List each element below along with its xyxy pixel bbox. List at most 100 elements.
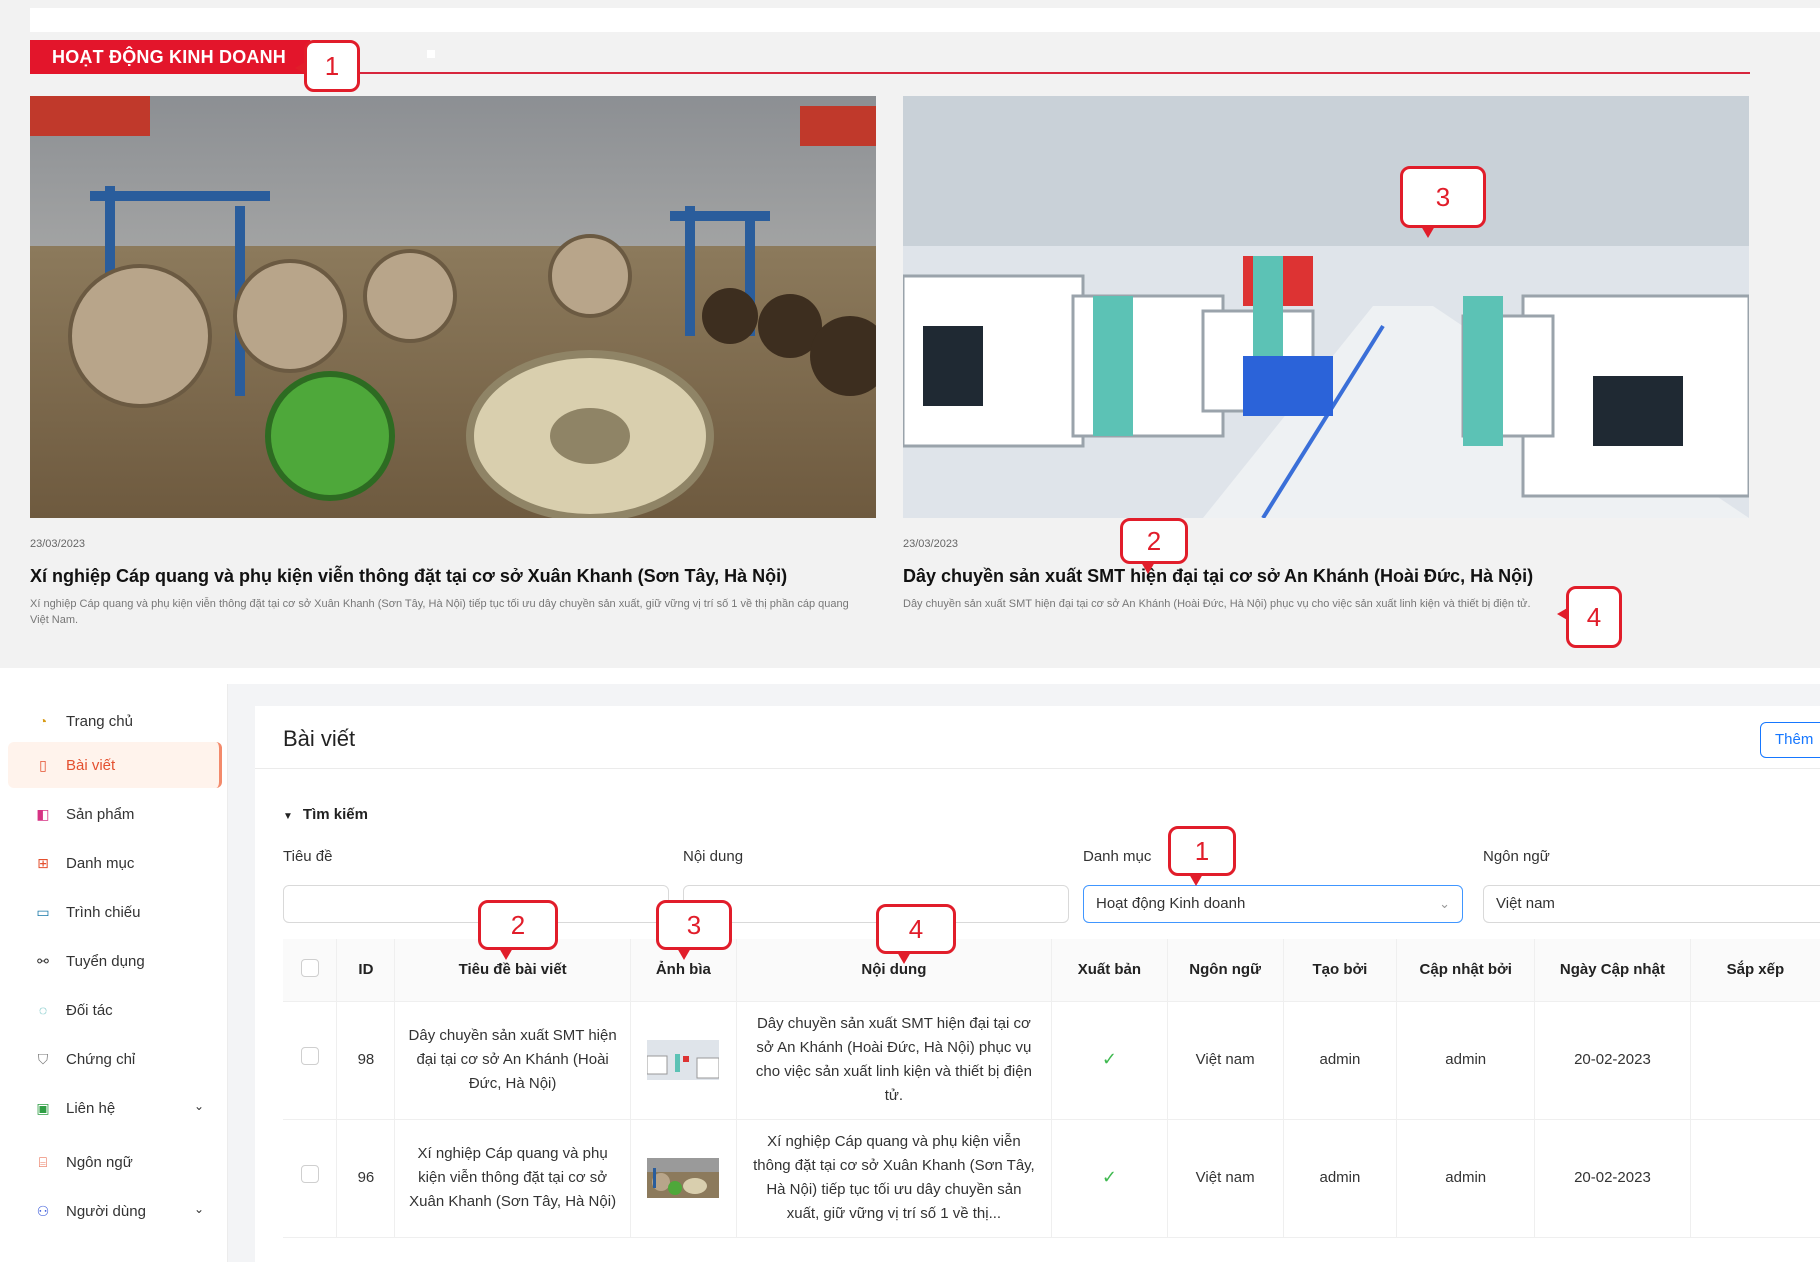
callout-marker: 4 — [1557, 586, 1622, 648]
factory-cable-photo — [30, 96, 876, 518]
article-title[interactable]: Xí nghiệp Cáp quang và phụ kiện viễn thô… — [30, 564, 876, 588]
sidebar-item-home[interactable]: ◔ Trang chủ — [8, 698, 222, 744]
sidebar-item-label: Chứng chỉ — [66, 1050, 136, 1068]
website-topbar — [30, 8, 1820, 32]
category-select[interactable]: Hoạt động Kinh doanh ⌄ — [1083, 885, 1463, 923]
sidebar-item-slideshow[interactable]: ▭ Trình chiếu — [8, 889, 222, 935]
smt-line-photo — [903, 96, 1749, 518]
section-header: HOẠT ĐỘNG KINH DOANH — [30, 40, 1750, 74]
translate-icon: ⌸ — [38, 1153, 48, 1170]
row-select-cell[interactable] — [283, 1119, 338, 1238]
callout-marker: 3 — [656, 900, 732, 960]
callout-marker: 2 — [1120, 518, 1188, 574]
sidebar-item-label: Bài viết — [66, 756, 116, 774]
row-checkbox[interactable] — [300, 1165, 319, 1183]
title-filter-label: Tiêu đề — [283, 848, 333, 865]
article-cover-image[interactable] — [903, 96, 1749, 518]
content-filter-label: Nội dung — [683, 848, 744, 865]
sidebar: ◔ Trang chủ ▯ Bài viết ◧ Sản phẩm ⊞ Danh… — [0, 684, 228, 1262]
sidebar-item-recruitment[interactable]: ⚯ Tuyển dụng — [8, 938, 222, 984]
cell-content: Xí nghiệp Cáp quang và phụ kiện viễn thô… — [736, 1119, 1053, 1238]
column-header-updated-by[interactable]: Cập nhật bởi — [1396, 939, 1536, 1002]
cell-language: Việt nam — [1167, 1001, 1284, 1120]
chevron-down-icon[interactable]: ⌄ — [194, 1099, 204, 1113]
sidebar-item-label: Người dùng — [66, 1202, 146, 1220]
cell-title: Xí nghiệp Cáp quang và phụ kiện viễn thô… — [394, 1119, 631, 1238]
article-date: 23/03/2023 — [30, 538, 86, 550]
chevron-down-icon[interactable]: ⌄ — [194, 1202, 204, 1216]
message-icon: ◌ — [38, 1002, 48, 1018]
cell-content: Dây chuyền sản xuất SMT hiện đại tại cơ … — [736, 1001, 1053, 1120]
sidebar-item-label: Trang chủ — [66, 712, 133, 730]
cell-title: Dây chuyền sản xuất SMT hiện đại tại cơ … — [394, 1001, 631, 1120]
column-header-created-by[interactable]: Tạo bởi — [1283, 939, 1398, 1002]
title-filter-input[interactable] — [283, 885, 669, 923]
cell-id: 96 — [336, 1119, 396, 1238]
column-header-sort[interactable]: Sắp xếp — [1690, 939, 1820, 1002]
sidebar-item-languages[interactable]: ⌸ Ngôn ngữ — [8, 1139, 222, 1185]
sidebar-item-categories[interactable]: ⊞ Danh mục — [8, 840, 222, 886]
sidebar-item-certificates[interactable]: ⛉ Chứng chỉ — [8, 1036, 222, 1082]
callout-marker: 1 — [1168, 826, 1236, 886]
sidebar-item-contact[interactable]: ▣ Liên hệ ⌄ — [8, 1085, 222, 1131]
language-selected-value: Việt nam — [1496, 895, 1555, 912]
cell-cover — [630, 1001, 737, 1120]
column-header-published[interactable]: Xuất bản — [1051, 939, 1168, 1002]
dashboard-icon: ◔ — [38, 713, 48, 729]
cell-cover — [630, 1119, 737, 1238]
chevron-down-icon: ⌄ — [1439, 896, 1450, 911]
cell-published: ✓ — [1051, 1001, 1168, 1120]
cell-updated-by: admin — [1396, 1001, 1536, 1120]
sidebar-item-posts[interactable]: ▯ Bài viết — [8, 742, 222, 788]
sidebar-item-label: Ngôn ngữ — [66, 1153, 133, 1171]
shopping-bag-icon: ◧ — [36, 805, 50, 822]
callout-marker: 4 — [876, 904, 956, 964]
article-card[interactable]: 23/03/2023 Dây chuyền sản xuất SMT hiện … — [903, 96, 1749, 612]
table-row[interactable]: 98 Dây chuyền sản xuất SMT hiện đại tại … — [283, 1001, 1820, 1120]
select-all-cell[interactable] — [283, 939, 338, 1002]
cell-published: ✓ — [1051, 1119, 1168, 1238]
cell-sort — [1690, 1119, 1820, 1238]
select-all-checkbox[interactable] — [300, 958, 319, 977]
cover-thumbnail — [647, 1158, 720, 1198]
article-date: 23/03/2023 — [903, 538, 959, 550]
language-filter-label: Ngôn ngữ — [1483, 848, 1550, 865]
callout-marker: 2 — [478, 900, 558, 960]
article-description: Xí nghiệp Cáp quang và phụ kiện viễn thô… — [30, 598, 849, 626]
category-selected-value: Hoạt động Kinh doanh — [1096, 895, 1246, 912]
cell-created-by: admin — [1283, 1119, 1398, 1238]
sidebar-item-partners[interactable]: ◌ Đối tác — [8, 987, 222, 1033]
search-collapse-toggle[interactable]: ▼ Tìm kiếm — [283, 806, 368, 823]
link-icon: ⚯ — [37, 952, 49, 969]
article-title[interactable]: Dây chuyền sản xuất SMT hiện đại tại cơ … — [903, 564, 1749, 588]
check-icon: ✓ — [1101, 1049, 1117, 1069]
row-select-cell[interactable] — [283, 1001, 338, 1120]
sidebar-item-products[interactable]: ◧ Sản phẩm — [8, 791, 222, 837]
language-select[interactable]: Việt nam — [1483, 885, 1820, 923]
decorative-dot — [427, 50, 435, 58]
sidebar-item-label: Danh mục — [66, 854, 135, 872]
article-cover-image[interactable] — [30, 96, 876, 518]
sidebar-item-label: Tuyển dụng — [66, 952, 145, 970]
sidebar-item-label: Trình chiếu — [66, 903, 141, 921]
cell-id: 98 — [336, 1001, 396, 1120]
sidebar-item-label: Đối tác — [66, 1001, 113, 1019]
sidebar-item-label: Sản phẩm — [66, 805, 135, 823]
column-header-language[interactable]: Ngôn ngữ — [1167, 939, 1284, 1002]
posts-card: Bài viết Thêm ▼ Tìm kiếm Tiêu đề Nội dung… — [255, 706, 1820, 1262]
cell-updated-by: admin — [1396, 1119, 1536, 1238]
callout-marker: 3 — [1400, 166, 1486, 238]
contacts-icon: ▣ — [36, 1099, 50, 1116]
column-header-id[interactable]: ID — [336, 939, 396, 1002]
column-header-updated-date[interactable]: Ngày Cập nhật — [1534, 939, 1691, 1002]
article-card[interactable]: 23/03/2023 Xí nghiệp Cáp quang và phụ ki… — [30, 96, 876, 628]
divider — [255, 768, 1820, 769]
category-filter-label: Danh mục — [1083, 848, 1152, 865]
row-checkbox[interactable] — [300, 1047, 319, 1065]
section-title: HOẠT ĐỘNG KINH DOANH — [30, 40, 324, 74]
sidebar-item-users[interactable]: ⚇ Người dùng ⌄ — [8, 1188, 222, 1234]
table-row[interactable]: 96 Xí nghiệp Cáp quang và phụ kiện viễn … — [283, 1119, 1820, 1238]
shield-icon: ⛉ — [37, 1050, 49, 1067]
add-post-button[interactable]: Thêm — [1760, 722, 1820, 758]
cell-language: Việt nam — [1167, 1119, 1284, 1238]
